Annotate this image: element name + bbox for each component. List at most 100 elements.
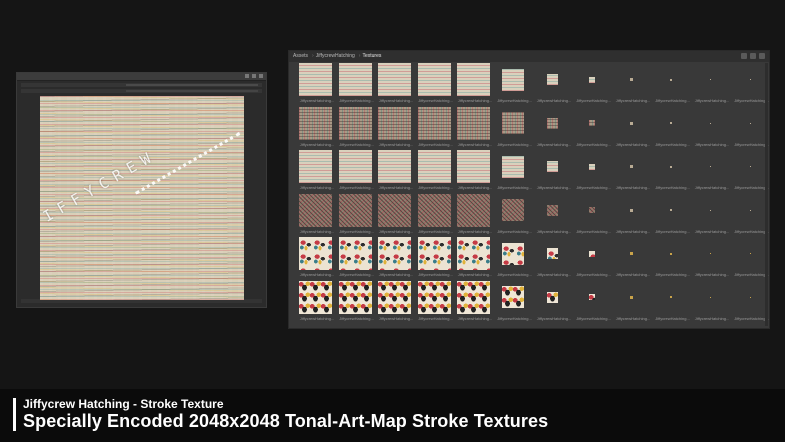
- texture-asset-item[interactable]: JiffycrewHatching...: [613, 237, 652, 280]
- texture-asset-item[interactable]: JiffycrewHatching...: [297, 106, 336, 150]
- texture-asset-item[interactable]: JiffycrewHatching...: [495, 107, 534, 150]
- texture-asset-item[interactable]: JiffycrewHatching...: [613, 63, 652, 106]
- texture-asset-item[interactable]: JiffycrewHatching...: [534, 237, 573, 280]
- texture-asset-label: JiffycrewHatching...: [457, 228, 493, 234]
- texture-asset-item[interactable]: JiffycrewHatching...: [376, 280, 415, 324]
- texture-asset-item[interactable]: JiffycrewHatching...: [337, 106, 376, 150]
- texture-thumbnail: [338, 150, 372, 183]
- texture-asset-item[interactable]: JiffycrewHatching...: [534, 194, 573, 237]
- texture-asset-item[interactable]: JiffycrewHatching...: [653, 63, 692, 106]
- texture-asset-item[interactable]: JiffycrewHatching...: [613, 150, 652, 193]
- texture-asset-item[interactable]: JiffycrewHatching...: [653, 150, 692, 193]
- texture-asset-item[interactable]: JiffycrewHatching...: [613, 194, 652, 237]
- texture-asset-item[interactable]: JiffycrewHatching...: [416, 150, 455, 193]
- texture-asset-item[interactable]: JiffycrewHatching...: [455, 193, 494, 237]
- texture-thumbnail: [378, 280, 411, 314]
- texture-asset-item[interactable]: JiffycrewHatching...: [376, 193, 415, 237]
- texture-asset-item[interactable]: JiffycrewHatching...: [613, 281, 652, 324]
- texture-asset-item[interactable]: JiffycrewHatching...: [692, 237, 731, 280]
- texture-asset-label: JiffycrewHatching...: [615, 228, 651, 234]
- texture-thumbnail: [749, 166, 751, 167]
- texture-asset-item[interactable]: JiffycrewHatching...: [574, 150, 613, 193]
- texture-thumbnail: [417, 280, 451, 314]
- texture-asset-item[interactable]: JiffycrewHatching...: [455, 280, 494, 324]
- inspector-slider[interactable]: [126, 90, 258, 92]
- texture-asset-item[interactable]: JiffycrewHatching...: [653, 107, 692, 150]
- texture-asset-item[interactable]: JiffycrewHatching...: [376, 150, 415, 193]
- texture-asset-item[interactable]: JiffycrewHatching...: [416, 106, 455, 150]
- texture-asset-item[interactable]: JiffycrewHatching...: [692, 63, 731, 106]
- texture-asset-item[interactable]: JiffycrewHatching...: [692, 194, 731, 237]
- texture-asset-item[interactable]: JiffycrewHatching...: [495, 150, 534, 193]
- texture-asset-item[interactable]: JiffycrewHatching...: [653, 281, 692, 324]
- texture-asset-item[interactable]: JiffycrewHatching...: [455, 150, 494, 193]
- breadcrumb-item-textures[interactable]: Textures: [362, 53, 383, 59]
- texture-asset-item[interactable]: JiffycrewHatching...: [455, 106, 494, 150]
- texture-asset-item[interactable]: JiffycrewHatching...: [495, 237, 534, 280]
- texture-asset-item[interactable]: JiffycrewHatching...: [495, 194, 534, 237]
- texture-asset-item[interactable]: JiffycrewHatching...: [613, 107, 652, 150]
- texture-asset-label: JiffycrewHatching...: [299, 272, 335, 277]
- texture-asset-item[interactable]: JiffycrewHatching...: [692, 150, 731, 193]
- texture-thumbnail: [630, 165, 633, 168]
- texture-asset-item[interactable]: JiffycrewHatching...: [416, 237, 455, 280]
- texture-thumbnail: [299, 280, 332, 314]
- texture-asset-label: JiffycrewHatching...: [655, 272, 690, 277]
- texture-asset-item[interactable]: JiffycrewHatching...: [337, 237, 376, 280]
- texture-asset-label: JiffycrewHatching...: [378, 98, 414, 103]
- filter-icon[interactable]: [750, 53, 756, 59]
- texture-asset-item[interactable]: JiffycrewHatching...: [574, 281, 613, 324]
- texture-asset-item[interactable]: JiffycrewHatching...: [337, 150, 376, 193]
- texture-asset-item[interactable]: JiffycrewHatching...: [297, 193, 336, 237]
- texture-asset-item[interactable]: JiffycrewHatching...: [376, 106, 415, 150]
- texture-thumbnail: [299, 106, 332, 140]
- texture-asset-item[interactable]: JiffycrewHatching...: [692, 107, 731, 150]
- texture-asset-item[interactable]: JiffycrewHatching...: [416, 63, 455, 106]
- texture-asset-item[interactable]: JiffycrewHatching...: [495, 281, 534, 324]
- texture-asset-item[interactable]: JiffycrewHatching...: [574, 237, 613, 280]
- texture-asset-item[interactable]: JiffycrewHatching...: [692, 281, 731, 324]
- texture-asset-item[interactable]: JiffycrewHatching...: [574, 63, 613, 106]
- texture-asset-item[interactable]: JiffycrewHatching...: [534, 150, 573, 193]
- texture-asset-item[interactable]: JiffycrewHatching...: [455, 237, 494, 280]
- texture-asset-item[interactable]: JiffycrewHatching...: [653, 237, 692, 280]
- breadcrumb-item-jiffycrewhatching[interactable]: JiffycrewHatching: [316, 53, 357, 59]
- texture-asset-item[interactable]: JiffycrewHatching...: [534, 63, 573, 106]
- lock-icon[interactable]: [741, 53, 747, 59]
- texture-thumbnail: [378, 106, 411, 140]
- texture-thumbnail: [547, 161, 558, 172]
- texture-asset-item[interactable]: JiffycrewHatching...: [376, 63, 415, 106]
- texture-asset-item[interactable]: JiffycrewHatching...: [376, 237, 415, 280]
- texture-asset-item[interactable]: JiffycrewHatching...: [574, 107, 613, 150]
- texture-thumbnail: [417, 150, 451, 183]
- texture-asset-label: JiffycrewHatching...: [457, 141, 493, 147]
- texture-asset-item[interactable]: JiffycrewHatching...: [653, 194, 692, 237]
- vertical-scrollbar[interactable]: [765, 63, 768, 326]
- texture-asset-item[interactable]: JiffycrewHatching...: [337, 280, 376, 324]
- breadcrumb-item-assets[interactable]: Assets: [293, 53, 310, 59]
- texture-thumbnail: [589, 76, 595, 83]
- texture-asset-label: JiffycrewHatching...: [457, 272, 493, 277]
- texture-asset-label: JiffycrewHatching...: [497, 228, 532, 234]
- more-options-icon[interactable]: [759, 53, 765, 59]
- texture-asset-item[interactable]: JiffycrewHatching...: [534, 281, 573, 324]
- texture-asset-item[interactable]: JiffycrewHatching...: [297, 280, 336, 324]
- texture-asset-item[interactable]: JiffycrewHatching...: [455, 63, 494, 106]
- texture-asset-item[interactable]: JiffycrewHatching...: [574, 194, 613, 237]
- texture-asset-item[interactable]: JiffycrewHatching...: [297, 63, 336, 106]
- texture-asset-item[interactable]: JiffycrewHatching...: [297, 150, 336, 193]
- texture-asset-label: JiffycrewHatching...: [576, 272, 611, 277]
- texture-asset-label: JiffycrewHatching...: [339, 228, 374, 234]
- texture-asset-item[interactable]: JiffycrewHatching...: [416, 280, 455, 324]
- texture-asset-item[interactable]: JiffycrewHatching...: [534, 107, 573, 150]
- texture-asset-item[interactable]: JiffycrewHatching...: [416, 193, 455, 237]
- texture-asset-label: JiffycrewHatching...: [536, 185, 572, 190]
- texture-asset-label: JiffycrewHatching...: [299, 98, 335, 103]
- texture-asset-item[interactable]: JiffycrewHatching...: [297, 237, 336, 280]
- texture-asset-item[interactable]: JiffycrewHatching...: [337, 63, 376, 106]
- inspector-row: [21, 89, 262, 93]
- texture-asset-item[interactable]: JiffycrewHatching...: [495, 63, 534, 106]
- window-controls-icon[interactable]: [245, 74, 263, 78]
- inspector-slider[interactable]: [126, 84, 258, 86]
- texture-asset-item[interactable]: JiffycrewHatching...: [337, 193, 376, 237]
